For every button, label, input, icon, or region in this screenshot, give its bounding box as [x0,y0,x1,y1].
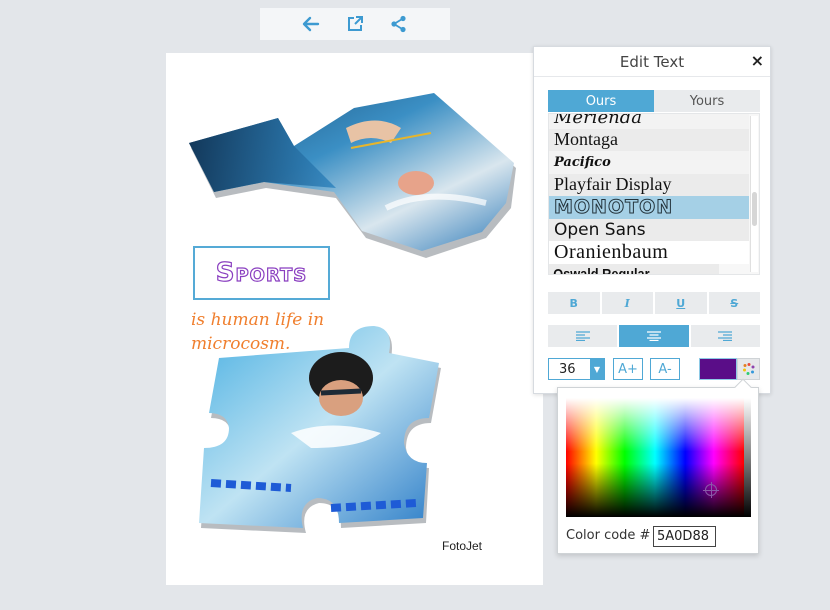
font-item-open-sans[interactable]: Open Sans [549,218,749,241]
back-button[interactable] [300,13,322,35]
top-toolbar [260,8,450,40]
panel-header: Edit Text × [534,47,770,77]
font-size-value: 36 [559,361,576,377]
color-picker-popup: Color code # [557,378,759,554]
size-color-row: 36 ▼ A+ A- [548,358,760,380]
heading-text-box[interactable]: Sports [193,246,330,300]
align-right-button[interactable] [690,325,760,347]
edit-text-panel: Edit Text × Ours Yours Merienda Montaga … [533,46,771,394]
font-item-monoton[interactable]: MONOTON [549,196,749,219]
decrease-size-button[interactable]: A- [650,358,680,380]
text-align-buttons [548,325,760,347]
color-code-input[interactable] [653,526,716,547]
strikethrough-button[interactable]: S [708,292,760,314]
puzzle-collage-image[interactable] [186,88,531,258]
increase-size-button[interactable]: A+ [613,358,643,380]
puzzle-piece-image[interactable] [191,323,471,563]
align-center-icon [646,331,661,341]
crosshair-icon[interactable] [703,482,719,498]
tab-yours[interactable]: Yours [654,90,760,112]
align-center-button[interactable] [619,325,689,347]
align-left-button[interactable] [548,325,618,347]
font-item-montaga[interactable]: Montaga [549,128,749,151]
share-icon [391,15,406,33]
bold-button[interactable]: B [548,292,600,314]
text-style-buttons: B I U S [548,292,760,314]
caret-down-icon: ▼ [590,359,604,379]
font-item-oswald-regular[interactable]: Oswald Regular [549,263,719,274]
color-spectrum[interactable] [566,398,744,517]
font-item-playfair-display[interactable]: Playfair Display [549,173,749,196]
open-external-button[interactable] [344,13,366,35]
color-palette-button[interactable] [737,358,760,380]
italic-button[interactable]: I [601,292,653,314]
font-list-scrollbar[interactable] [750,116,758,272]
font-list: Merienda Montaga Pacifico Playfair Displ… [548,113,760,275]
font-size-select[interactable]: 36 ▼ [548,358,605,380]
heading-text: Sports [215,257,308,288]
watermark: FotoJet [442,539,483,553]
scrollbar-thumb[interactable] [752,192,757,226]
current-color-swatch[interactable] [699,358,737,380]
font-item-pacifico[interactable]: Pacifico [549,151,749,174]
arrow-left-icon [302,16,320,32]
brightness-slider[interactable] [744,398,751,517]
share-button[interactable] [388,13,410,35]
design-canvas[interactable]: Sports is human life in microcosm. FotoJ… [166,53,543,585]
align-right-icon [718,331,733,341]
color-code-label: Color code # [566,528,651,543]
external-link-icon [348,16,363,31]
font-item-merienda[interactable]: Merienda [549,114,749,129]
tab-ours[interactable]: Ours [548,90,654,112]
panel-title: Edit Text [619,52,685,71]
align-left-icon [575,331,590,341]
font-item-oranienbaum[interactable]: Oranienbaum [549,241,749,264]
underline-button[interactable]: U [655,292,707,314]
close-button[interactable]: × [751,51,764,70]
palette-icon [742,363,754,375]
font-source-tabs: Ours Yours [548,90,760,112]
